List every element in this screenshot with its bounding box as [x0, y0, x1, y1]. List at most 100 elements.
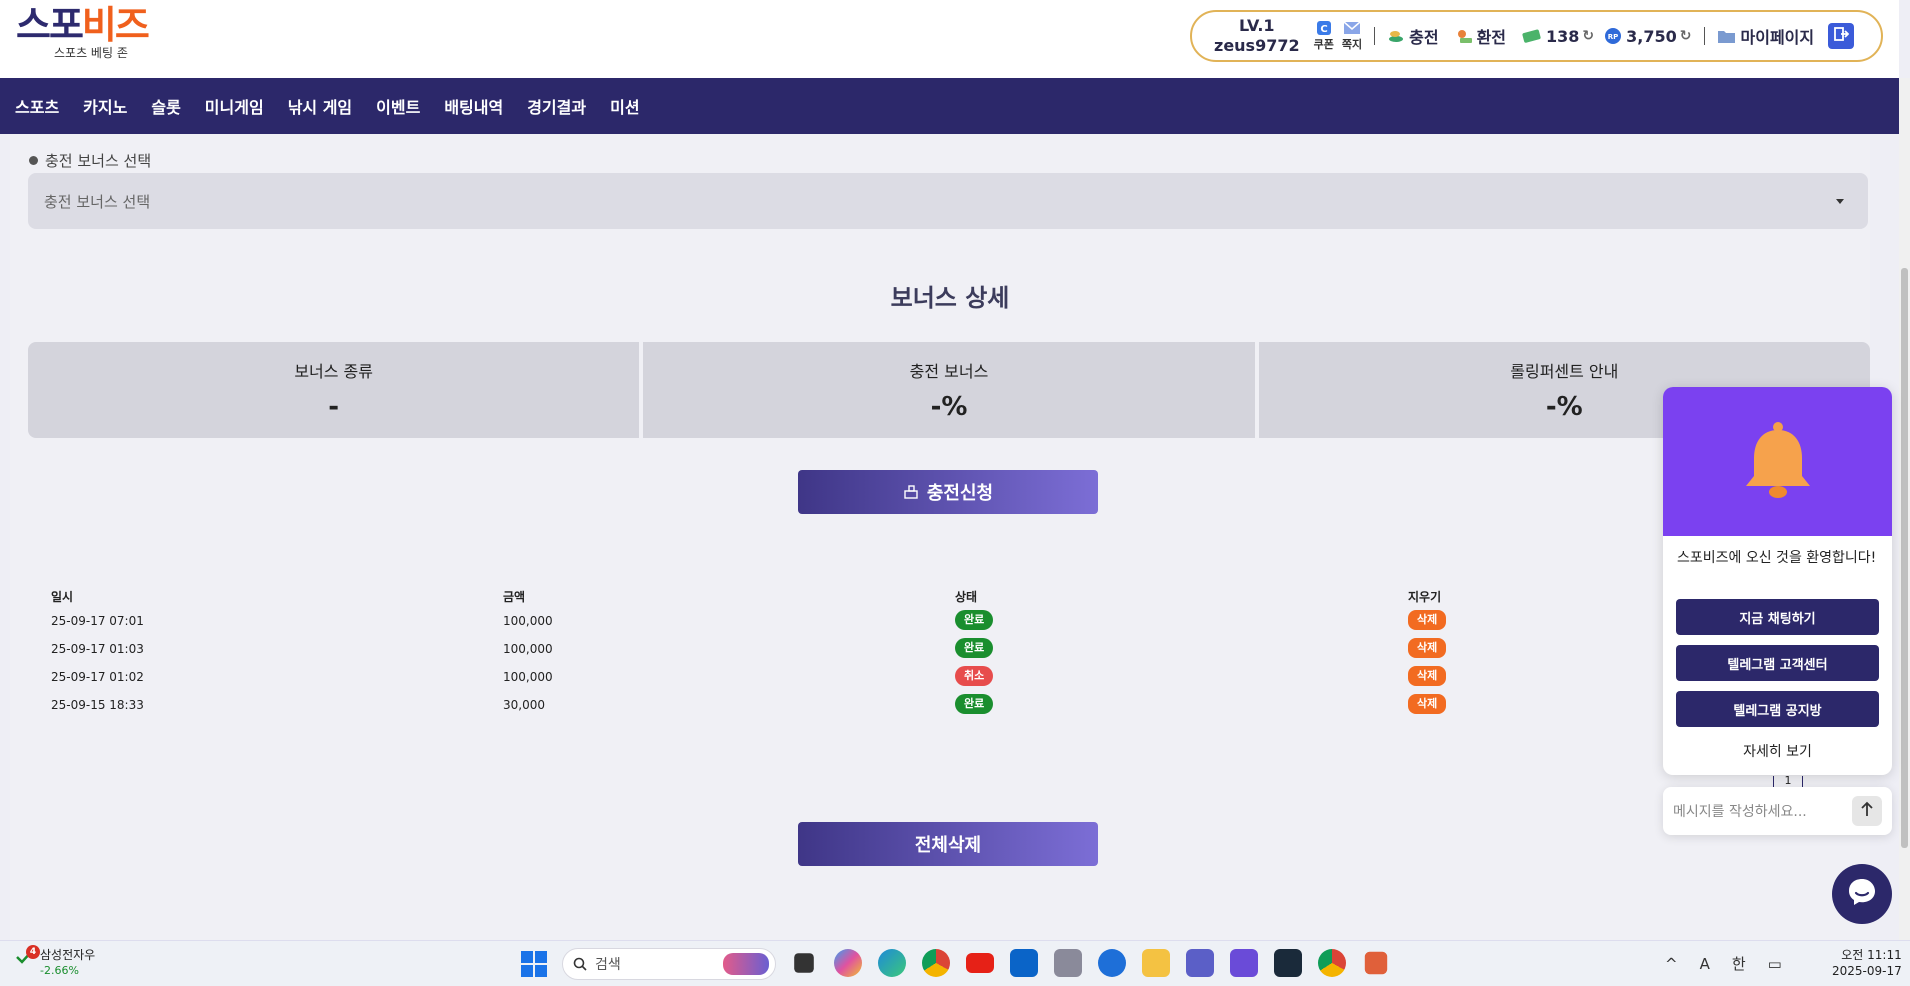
- refresh-icon[interactable]: ↻: [1680, 28, 1692, 44]
- chat-message-input[interactable]: 메시지를 작성하세요...: [1663, 787, 1892, 835]
- arrow-up-icon: [1860, 801, 1874, 821]
- coupon-button[interactable]: C 쿠폰: [1314, 20, 1334, 52]
- windows-taskbar: 4 삼성전자우 -2.66% 검색 ^ A 한 ▭ 오전 11:11 2025-09…: [0, 940, 1910, 986]
- row-amount: 100,000: [503, 670, 553, 684]
- nav-casino[interactable]: 카지노: [83, 94, 127, 118]
- bullet-icon: [29, 156, 38, 165]
- row-amount: 100,000: [503, 642, 553, 656]
- youtube-icon[interactable]: [966, 953, 994, 973]
- header-date: 일시: [51, 590, 74, 604]
- bonus-select-value: 충전 보너스 선택: [44, 192, 151, 211]
- svg-text:RP: RP: [1608, 33, 1619, 41]
- bonus-detail-row: 보너스 종류 - 충전 보너스 -% 롤링퍼센트 안내 -%: [28, 342, 1870, 438]
- exchange-label: 환전: [1476, 28, 1507, 47]
- chevron-up-icon[interactable]: ^: [1665, 955, 1678, 973]
- bonus-type-label: 보너스 종류: [294, 362, 373, 381]
- delete-button[interactable]: 삭제: [1408, 638, 1447, 658]
- nav-fishing-game[interactable]: 낚시 게임: [288, 94, 352, 118]
- header: 스포비즈 스포츠 베팅 존 LV.1 zeus9772 C 쿠폰 쪽지 충전 환…: [0, 0, 1899, 78]
- delete-button[interactable]: 삭제: [1408, 666, 1447, 686]
- clock[interactable]: 오전 11:11 2025-09-17: [1832, 947, 1902, 979]
- status-badge: 완료: [955, 694, 994, 714]
- charge-request-button[interactable]: 충전신청: [798, 470, 1098, 514]
- edge-icon[interactable]: [878, 949, 906, 977]
- network-icon[interactable]: ▭: [1768, 955, 1782, 973]
- site-logo[interactable]: 스포비즈 스포츠 베팅 존: [16, 3, 150, 61]
- nav-minigame[interactable]: 미니게임: [205, 94, 264, 118]
- user-level: LV.1: [1239, 16, 1275, 35]
- windows-start-icon[interactable]: [521, 951, 547, 977]
- telegram-support-button[interactable]: 텔레그램 고객센터: [1676, 645, 1879, 681]
- status-badge: 완료: [955, 638, 994, 658]
- nav-betting-history[interactable]: 배팅내역: [444, 94, 503, 118]
- cash-icon: [1522, 28, 1542, 44]
- refresh-icon[interactable]: ↻: [1582, 28, 1594, 44]
- svg-text:C: C: [1320, 24, 1327, 35]
- snipping-tool-icon[interactable]: [1364, 951, 1388, 975]
- ime-language[interactable]: 한: [1732, 953, 1746, 974]
- logo-part2: 비즈: [81, 3, 150, 47]
- ime-mode[interactable]: A: [1700, 955, 1710, 973]
- stock-widget[interactable]: 4 삼성전자우 -2.66%: [14, 945, 95, 979]
- nav-mission[interactable]: 미션: [610, 94, 639, 118]
- outlook-icon[interactable]: [1010, 949, 1038, 977]
- chat-launcher-button[interactable]: [1832, 864, 1892, 924]
- message-button[interactable]: 쪽지: [1342, 20, 1362, 52]
- row-amount: 30,000: [503, 698, 545, 712]
- chrome-icon[interactable]: [1318, 949, 1346, 977]
- coupon-icon: C: [1315, 20, 1333, 36]
- rolling-percent-value: -%: [1545, 392, 1583, 422]
- scroll-thumb[interactable]: [1901, 268, 1908, 848]
- chat-banner: [1663, 387, 1892, 536]
- taskbar-search-input[interactable]: 검색: [562, 948, 776, 980]
- bonus-select-dropdown[interactable]: 충전 보너스 선택: [28, 173, 1868, 229]
- search-placeholder: 검색: [595, 957, 621, 973]
- teams-icon[interactable]: [1186, 949, 1214, 977]
- charge-link[interactable]: 충전: [1387, 24, 1439, 48]
- search-icon: [573, 957, 587, 971]
- chat-now-button[interactable]: 지금 채팅하기: [1676, 599, 1879, 635]
- charge-bonus-value: -%: [930, 392, 968, 422]
- status-badge: 취소: [955, 666, 994, 686]
- nav-game-results[interactable]: 경기결과: [527, 94, 586, 118]
- header-status: 상태: [955, 590, 978, 604]
- envelope-icon: [1343, 20, 1361, 36]
- send-button[interactable]: [1852, 796, 1882, 826]
- copilot-icon[interactable]: [834, 949, 862, 977]
- nav-slot[interactable]: 슬롯: [151, 94, 180, 118]
- money-balance: 138 ↻: [1522, 27, 1594, 46]
- main-nav: 스포츠 카지노 슬롯 미니게임 낚시 게임 이벤트 배팅내역 경기결과 미션: [0, 78, 1899, 134]
- bonus-type-cell: 보너스 종류 -: [28, 342, 640, 438]
- bell-icon: [1740, 420, 1816, 504]
- chat-more-link[interactable]: 자세히 보기: [1663, 737, 1892, 761]
- row-date: 25-09-17 07:01: [51, 614, 144, 628]
- points-balance: RP 3,750 ↻: [1604, 27, 1692, 46]
- file-explorer-icon[interactable]: [1142, 949, 1170, 977]
- app-arrow-icon[interactable]: [1098, 949, 1126, 977]
- telegram-notice-button[interactable]: 텔레그램 공지방: [1676, 691, 1879, 727]
- page-scrollbar[interactable]: [1899, 78, 1910, 940]
- rolling-percent-label: 롤링퍼센트 안내: [1510, 362, 1619, 381]
- exchange-link[interactable]: 환전: [1455, 24, 1506, 48]
- clock-time: 오전 11:11: [1841, 948, 1902, 962]
- task-view-icon[interactable]: [794, 953, 814, 973]
- main-content: 충전 보너스 선택 충전 보너스 선택 보너스 상세 보너스 종류 - 충전 보…: [10, 134, 1870, 940]
- nav-sports[interactable]: 스포츠: [15, 94, 59, 118]
- mypage-link[interactable]: 마이페이지: [1717, 24, 1814, 48]
- user-bar: LV.1 zeus9772 C 쿠폰 쪽지 충전 환전 138 ↻ RP 3,7…: [1190, 10, 1883, 62]
- chat-widget-panel: 스포비즈에 오신 것을 환영합니다! 지금 채팅하기 텔레그램 고객센터 텔레그…: [1663, 387, 1892, 775]
- nox-icon[interactable]: [1274, 949, 1302, 977]
- stock-badge: 4: [26, 945, 40, 959]
- row-date: 25-09-15 18:33: [51, 698, 144, 712]
- coins-icon: [1387, 28, 1405, 44]
- delete-button[interactable]: 삭제: [1408, 694, 1447, 714]
- opgg-icon[interactable]: [1230, 949, 1258, 977]
- status-badge: 완료: [955, 610, 994, 630]
- delete-button[interactable]: 삭제: [1408, 610, 1447, 630]
- rdp-icon[interactable]: [1054, 949, 1082, 977]
- nav-event[interactable]: 이벤트: [376, 94, 420, 118]
- delete-all-button[interactable]: 전체삭제: [798, 822, 1098, 866]
- folder-icon: [1717, 28, 1737, 44]
- logout-button[interactable]: [1828, 23, 1855, 49]
- chrome-icon[interactable]: [922, 949, 950, 977]
